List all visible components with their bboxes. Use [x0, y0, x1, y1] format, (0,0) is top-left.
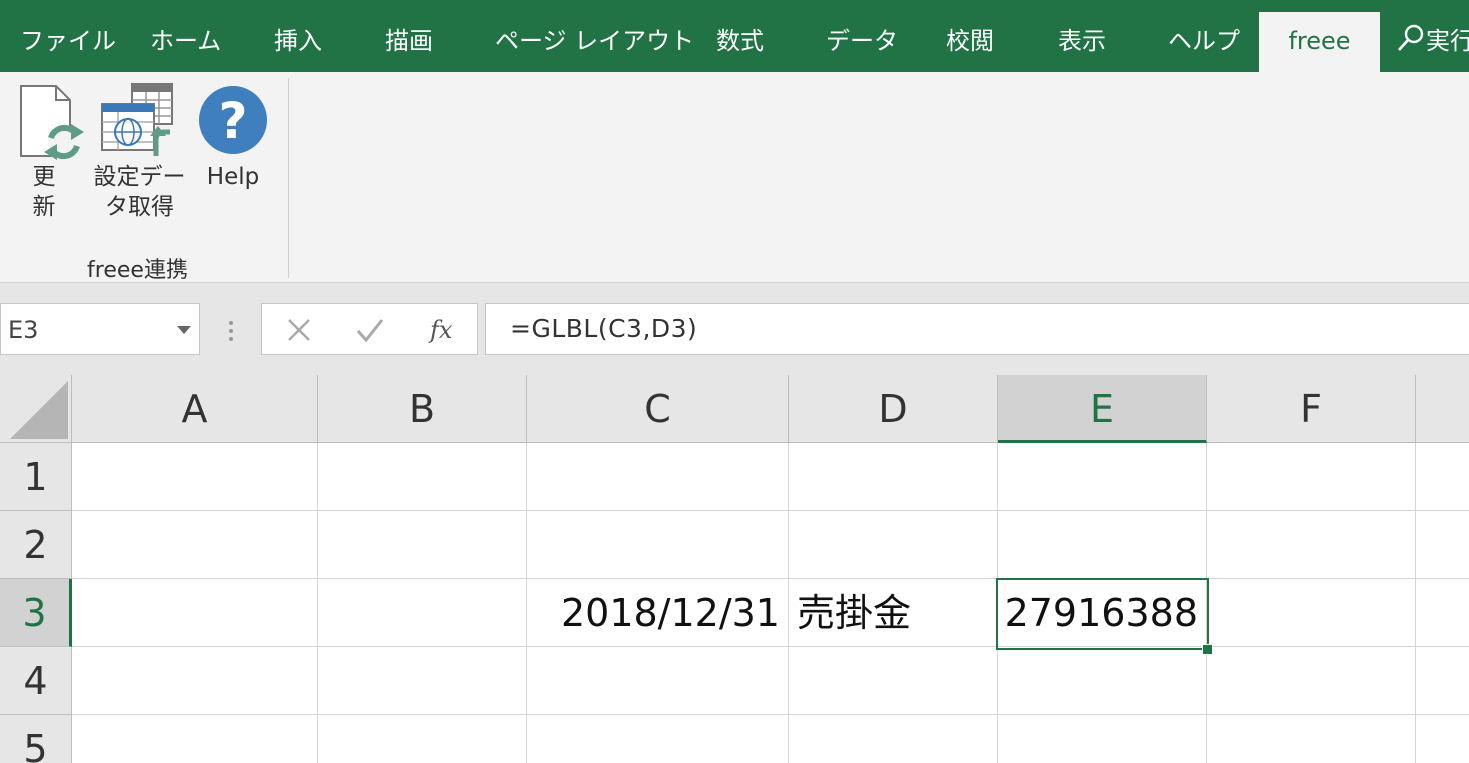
search-icon [1398, 24, 1424, 51]
refresh-document-icon [20, 85, 84, 160]
cell-a2[interactable] [72, 511, 318, 579]
cell-e4[interactable] [998, 647, 1207, 715]
cell-e1[interactable] [998, 443, 1207, 511]
tab-page-layout[interactable]: ページ レイアウト [495, 0, 694, 72]
ribbon-body: 更 新 設定デー タ取得 ? Help freee連携 [0, 72, 1469, 283]
tab-formulas[interactable]: 数式 [716, 0, 764, 72]
cell-f3[interactable] [1207, 579, 1416, 647]
tab-insert[interactable]: 挿入 [274, 0, 322, 72]
cell-g3[interactable] [1416, 579, 1469, 647]
spreadsheet-web-upload-icon [101, 83, 173, 156]
tab-draw[interactable]: 描画 [385, 0, 433, 72]
cell-b5[interactable] [318, 715, 527, 763]
worksheet-grid: A B C D E F 1 2 3 4 5 2018/12/31 売掛金 279… [0, 375, 1469, 763]
tell-me-search[interactable]: 実行 [1396, 0, 1469, 72]
cell-a3[interactable] [72, 579, 318, 647]
tab-home[interactable]: ホーム [150, 0, 221, 72]
refresh-label-line2: 新 [32, 194, 56, 220]
insert-function-icon[interactable]: fx [428, 314, 460, 346]
formula-text: =GLBL(C3,D3) [510, 314, 698, 343]
cell-c1[interactable] [527, 443, 789, 511]
settings-data-button[interactable]: 設定デー タ取得 [92, 82, 187, 222]
row-header-3[interactable]: 3 [0, 579, 72, 647]
svg-text:fx: fx [428, 316, 453, 344]
cell-d1[interactable] [789, 443, 998, 511]
cell-e3[interactable]: 27916388 [998, 579, 1207, 647]
cell-g5[interactable] [1416, 715, 1469, 763]
cell-c2[interactable] [527, 511, 789, 579]
column-header-c[interactable]: C [527, 375, 789, 443]
cell-b2[interactable] [318, 511, 527, 579]
cell-e5[interactable] [998, 715, 1207, 763]
cell-d2[interactable] [789, 511, 998, 579]
cell-f5[interactable] [1207, 715, 1416, 763]
cell-c5[interactable] [527, 715, 789, 763]
column-header-e[interactable]: E [998, 375, 1207, 443]
cell-f1[interactable] [1207, 443, 1416, 511]
cell-b4[interactable] [318, 647, 527, 715]
formula-bar: E3 fx =GLBL(C3,D3) [0, 283, 1469, 375]
cell-a4[interactable] [72, 647, 318, 715]
name-box-dropdown-icon[interactable] [177, 326, 191, 334]
help-label: Help [206, 164, 260, 190]
search-label: 実行 [1426, 27, 1469, 55]
cell-b1[interactable] [318, 443, 527, 511]
cell-e2[interactable] [998, 511, 1207, 579]
settings-label-line1: 設定デー [93, 164, 186, 190]
cell-f4[interactable] [1207, 647, 1416, 715]
cell-g4[interactable] [1416, 647, 1469, 715]
cell-b3[interactable] [318, 579, 527, 647]
cell-a1[interactable] [72, 443, 318, 511]
group-label-freee: freee連携 [87, 258, 188, 283]
refresh-label-line1: 更 [32, 164, 56, 190]
row-header-2[interactable]: 2 [0, 511, 72, 579]
enter-check-icon[interactable] [354, 315, 386, 345]
help-question-icon: ? [199, 86, 267, 154]
group-separator [288, 78, 289, 278]
cell-d4[interactable] [789, 647, 998, 715]
formula-bar-grip-icon[interactable] [227, 319, 235, 343]
tab-review[interactable]: 校閲 [946, 0, 994, 72]
cell-f2[interactable] [1207, 511, 1416, 579]
cell-c3[interactable]: 2018/12/31 [527, 579, 789, 647]
name-box-value: E3 [8, 316, 39, 344]
help-button[interactable]: ? Help [197, 82, 269, 192]
cell-d5[interactable] [789, 715, 998, 763]
formula-controls: fx [261, 303, 478, 355]
tab-view[interactable]: 表示 [1058, 0, 1106, 72]
formula-input[interactable]: =GLBL(C3,D3) [485, 303, 1469, 355]
cell-a5[interactable] [72, 715, 318, 763]
cell-g2[interactable] [1416, 511, 1469, 579]
name-box[interactable]: E3 [0, 303, 200, 355]
row-header-1[interactable]: 1 [0, 443, 72, 511]
column-header-g[interactable] [1416, 375, 1469, 443]
tab-file[interactable]: ファイル [20, 0, 116, 72]
tab-data[interactable]: データ [826, 0, 898, 72]
ribbon-tab-bar: ファイル ホーム 挿入 描画 ページ レイアウト 数式 データ 校閲 表示 ヘル… [0, 0, 1469, 72]
cancel-icon[interactable] [284, 315, 314, 345]
column-header-d[interactable]: D [789, 375, 998, 443]
svg-text:?: ? [218, 92, 247, 150]
cell-c4[interactable] [527, 647, 789, 715]
tab-freee[interactable]: freee [1259, 12, 1380, 72]
cell-g1[interactable] [1416, 443, 1469, 511]
fill-handle[interactable] [1202, 644, 1213, 655]
row-header-4[interactable]: 4 [0, 647, 72, 715]
cell-d3[interactable]: 売掛金 [789, 579, 998, 647]
column-header-a[interactable]: A [72, 375, 318, 443]
column-header-f[interactable]: F [1207, 375, 1416, 443]
refresh-button[interactable]: 更 新 [14, 82, 84, 222]
column-header-b[interactable]: B [318, 375, 527, 443]
settings-label-line2: タ取得 [105, 194, 174, 220]
tab-help[interactable]: ヘルプ [1168, 0, 1240, 72]
select-all-triangle-icon [10, 381, 68, 439]
select-all-button[interactable] [0, 375, 72, 443]
row-header-5[interactable]: 5 [0, 715, 72, 763]
